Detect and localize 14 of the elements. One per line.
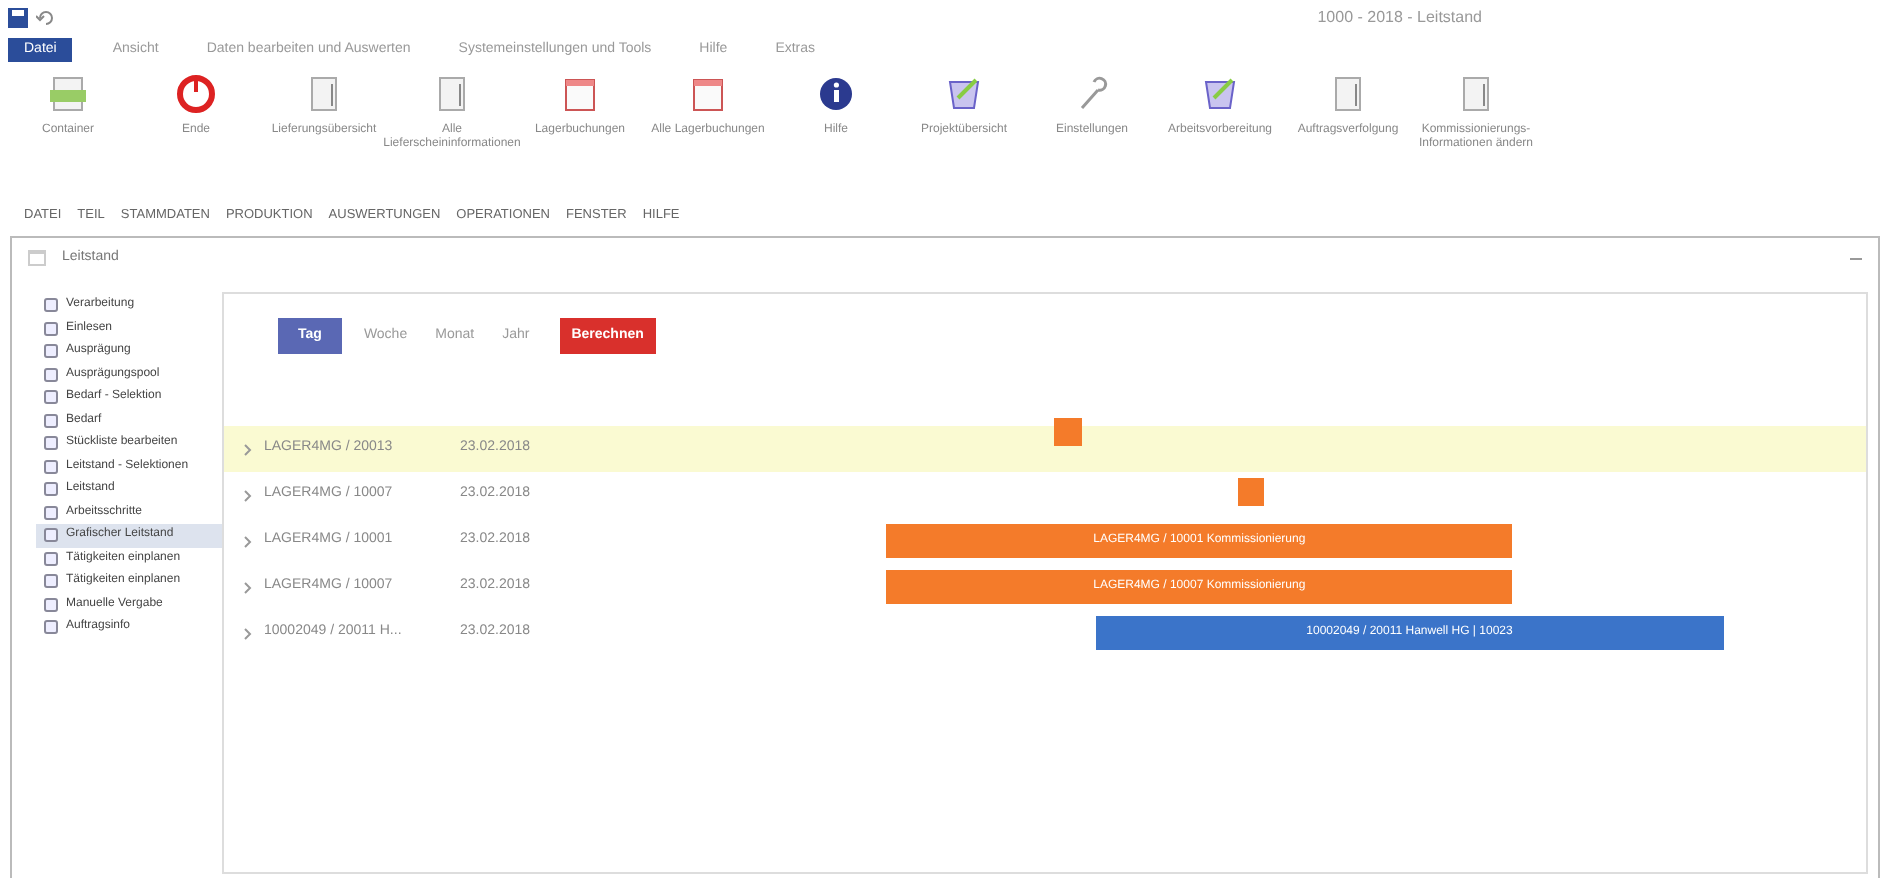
expand-icon[interactable] (244, 489, 252, 501)
undo-icon[interactable] (36, 8, 56, 28)
window-icon (28, 250, 46, 266)
minimize-icon[interactable] (1850, 257, 1862, 259)
doc-icon (46, 72, 90, 116)
gantt-bar[interactable] (1053, 418, 1082, 446)
info-icon (814, 72, 858, 116)
save-icon[interactable] (8, 8, 28, 28)
power-icon (174, 72, 218, 116)
expand-icon[interactable] (244, 443, 252, 455)
expand-icon[interactable] (244, 535, 252, 547)
expand-icon[interactable] (244, 627, 252, 639)
expand-icon[interactable] (244, 581, 252, 593)
window-title: 1000 - 2018 - Leitstand (1317, 6, 1482, 30)
